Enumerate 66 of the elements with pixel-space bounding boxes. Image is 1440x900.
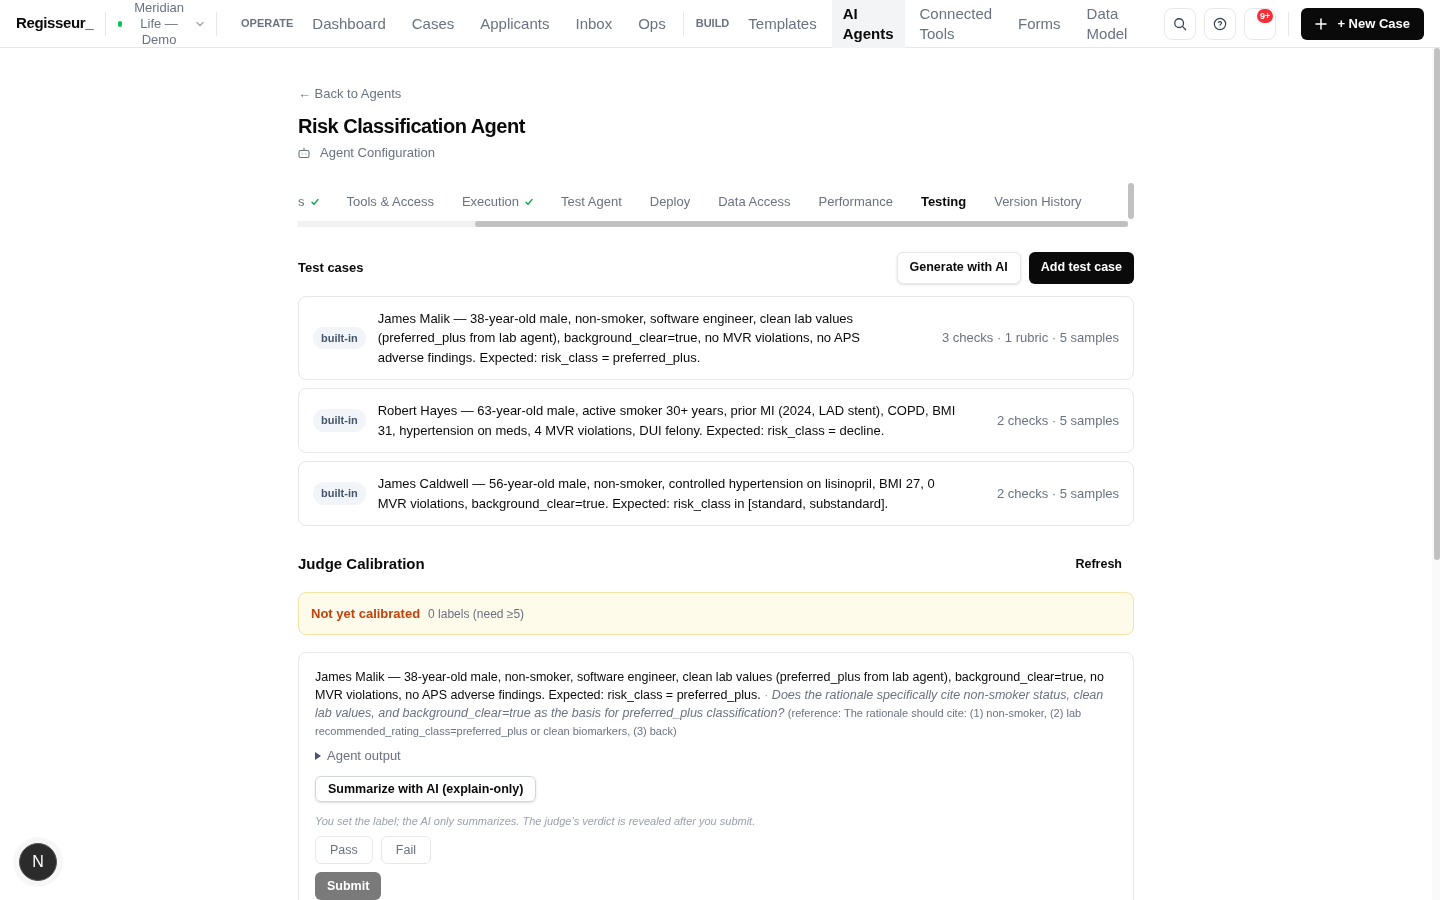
tab[interactable]: Deploy <box>649 186 691 217</box>
back-link[interactable]: ← Back to Agents <box>298 86 402 102</box>
nav-item[interactable]: Connected Tools <box>908 0 1004 48</box>
help-button[interactable] <box>1204 7 1237 40</box>
test-case-card[interactable] <box>298 295 1134 380</box>
test-case-description: James Caldwell — 56-year-old male, non-smoker, controlled hypertension on lisinopril, BMI 27, 0 MVR violations, background_clear=true. Expected: risk_class in [standard, substandard]. <box>377 475 936 513</box>
workspace-selector[interactable]: Meridian Life — Demo <box>118 0 204 48</box>
scrollbar-thumb[interactable] <box>475 220 1128 227</box>
test-case-summary: 2 checks · 5 samples <box>996 484 1119 503</box>
tab[interactable]: Tools & Access <box>346 186 434 217</box>
nav-item[interactable]: Templates <box>737 0 828 48</box>
calibration-text: James Malik — 38-year-old male, non-smoker, software engineer, clean lab values (preferred_plus from lab agent), background_clear=true, no MVR violations, no APS adverse findings. Expected: risk_class = preferred_plus. · Does the rationale specifically cite non-smoker status, clean lab values, and background_clear=true as the basis for preferred_plus classification? (reference: The rationale should cite: (1) non-smoker, (2) lab recommended_rating_class=preferred_plus or clean biomarkers, (3) back) <box>315 669 1105 739</box>
verdict-button[interactable]: Fail <box>380 836 431 864</box>
status-detail: 0 labels (need ≥5) <box>428 605 525 623</box>
section-label: OPERATE <box>241 16 294 32</box>
page-subtitle: Agent Configuration <box>320 144 435 162</box>
test-case-summary: 3 checks · 1 rubric · 5 samples <box>942 329 1119 347</box>
section-label: BUILD <box>695 16 730 32</box>
status-label: Not yet calibrated <box>311 604 421 623</box>
brand-logo[interactable]: Regisseur_ <box>16 12 94 35</box>
tag: built-in <box>313 326 366 349</box>
test-case-card[interactable] <box>298 461 1134 526</box>
new-case-button[interactable]: + New Case <box>1301 7 1424 40</box>
nav-item[interactable]: Inbox <box>564 0 624 48</box>
section-heading: Test cases <box>298 258 364 277</box>
test-case-summary: 2 checks · 5 samples <box>996 411 1119 430</box>
nav-item[interactable]: Data Model <box>1075 0 1139 48</box>
tab[interactable]: Execution <box>461 186 534 217</box>
nav-item[interactable]: Cases <box>400 0 466 48</box>
helper-note: You set the label; the AI only summarizes. The judge’s verdict is revealed after you submit. <box>315 814 757 828</box>
tag: built-in <box>313 409 366 432</box>
notification-badge: 9+ <box>1257 8 1274 23</box>
tab[interactable]: Performance <box>818 186 893 217</box>
refresh-button[interactable]: Refresh <box>1063 550 1134 578</box>
verdict-button[interactable]: Pass <box>315 836 373 864</box>
summarize-button[interactable]: Summarize with AI (explain-only) <box>315 776 537 802</box>
tab[interactable]: Testing <box>920 186 967 217</box>
nav-item[interactable]: AI Agents <box>831 0 905 48</box>
tab[interactable]: Data Access <box>718 186 791 217</box>
scrollbar-thumb[interactable] <box>1128 182 1134 219</box>
tab[interactable]: Version History <box>994 186 1082 217</box>
test-case-description: James Malik — 38-year-old male, non-smoker, software engineer, clean lab values (preferred_plus from lab agent), background_clear=true, no MVR violations, no APS adverse findings. Expected: risk_class = preferred_plus. <box>377 309 861 367</box>
test-case-description: Robert Hayes — 63-year-old male, active smoker 30+ years, prior MI (2024, LAD stent), COPD, BMI 31, hypertension on meds, 4 MVR violations, DUI felony. Expected: risk_class = decline. <box>377 402 957 440</box>
nav-item[interactable]: Ops <box>627 0 677 48</box>
tab[interactable]: s <box>298 186 319 217</box>
tab[interactable]: Test Agent <box>561 186 622 217</box>
section-heading: Judge Calibration <box>298 553 425 574</box>
workspace-name: Meridian Life — Demo <box>134 0 184 48</box>
generate-button[interactable]: Generate with AI <box>896 251 1021 284</box>
scrollbar-thumb[interactable] <box>1434 48 1440 560</box>
notification-button[interactable]: 9+ <box>1244 7 1277 40</box>
search-icon <box>1173 16 1188 31</box>
add-test-case-button[interactable]: Add test case <box>1028 251 1134 284</box>
page-title: Risk Classification Agent <box>298 114 527 139</box>
chevron-down-icon <box>196 20 204 27</box>
nav-item[interactable]: Applicants <box>469 0 561 48</box>
help-icon <box>1213 16 1228 31</box>
agent-output-toggle[interactable]: Agent output <box>315 748 401 764</box>
nav-item[interactable]: Dashboard <box>301 0 397 48</box>
plus-icon <box>1315 17 1328 30</box>
dev-tools-button[interactable]: N <box>19 843 57 881</box>
nav-item[interactable]: Forms <box>1007 0 1072 48</box>
test-case-card[interactable] <box>298 388 1134 453</box>
tag: built-in <box>313 482 366 505</box>
robot-icon <box>298 146 310 159</box>
search-button[interactable] <box>1164 7 1197 40</box>
